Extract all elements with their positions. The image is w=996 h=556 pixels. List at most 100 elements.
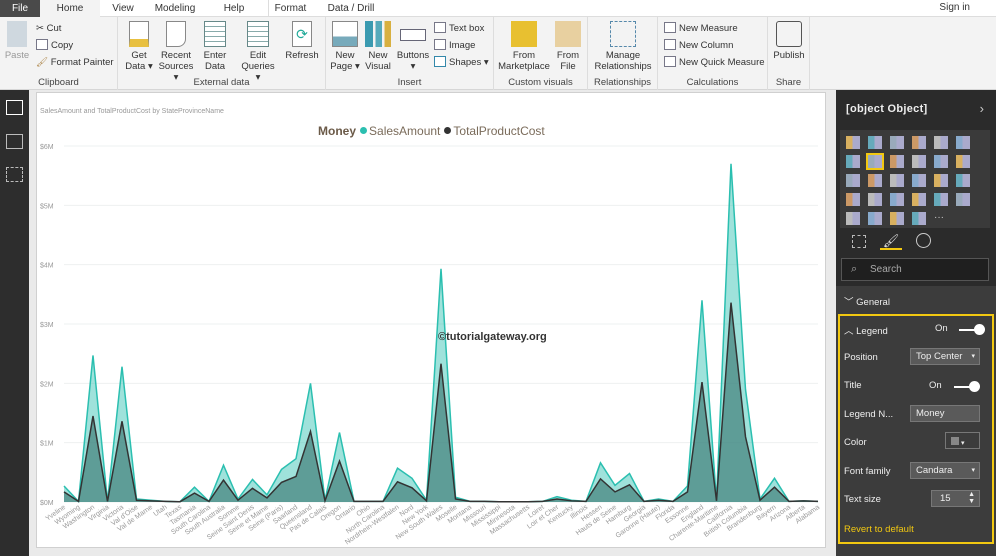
visual-type-icon[interactable] — [956, 174, 970, 187]
area-chart-visual[interactable] — [36, 92, 826, 548]
visual-type-icon[interactable] — [890, 193, 904, 206]
new-page-icon — [332, 21, 358, 47]
visual-type-icon[interactable] — [866, 153, 884, 170]
enter-data-button[interactable]: Enter Data — [200, 21, 230, 72]
visual-type-icon[interactable] — [868, 193, 882, 206]
ribbon-tabs: File Home View Modeling Help Format Data… — [0, 0, 996, 18]
format-paint-roller-icon[interactable]: 🖌 — [880, 233, 902, 250]
visual-type-icon[interactable] — [890, 136, 904, 149]
visual-type-icon[interactable] — [956, 155, 970, 168]
visual-type-icon[interactable] — [846, 212, 860, 225]
visual-type-icon[interactable] — [890, 212, 904, 225]
text-box-icon — [434, 22, 446, 33]
copy-icon — [36, 39, 48, 50]
new-visual-button[interactable]: New Visual — [364, 21, 392, 72]
tab-file[interactable]: File — [0, 0, 40, 17]
from-file-button[interactable]: From File — [552, 21, 584, 72]
report-view-icon[interactable] — [6, 100, 23, 115]
visual-type-icon[interactable]: ··· — [934, 212, 948, 225]
visual-type-icon[interactable] — [912, 136, 926, 149]
copy-button[interactable]: Copy — [36, 38, 73, 54]
fields-tab-icon[interactable] — [852, 235, 866, 248]
clock-file-icon — [166, 21, 186, 47]
visual-type-icon[interactable] — [956, 136, 970, 149]
tab-modeling[interactable]: Modeling — [150, 0, 200, 17]
manage-relationships-button[interactable]: Manage Relationships — [590, 21, 656, 72]
format-painter-button[interactable]: 🖌 Format Painter — [36, 55, 114, 71]
edit-queries-button[interactable]: Edit Queries ▾ — [238, 21, 278, 83]
visual-type-icon[interactable] — [890, 174, 904, 187]
new-column-label: New Column — [679, 40, 734, 51]
legend-cost: TotalProductCost — [453, 124, 545, 138]
image-button[interactable]: Image — [434, 38, 475, 54]
chevron-right-icon[interactable]: › — [980, 101, 984, 116]
visual-type-icon[interactable] — [868, 174, 882, 187]
relationships-group: Manage Relationships Relationships — [588, 17, 658, 90]
analytics-magnifier-icon[interactable] — [916, 233, 931, 248]
tab-home[interactable]: Home — [40, 0, 100, 18]
ribbon: Paste ✂ Cut Copy 🖌 Format Painter Clipbo… — [0, 17, 996, 90]
custom-visuals-label: Custom visuals — [508, 77, 573, 88]
new-quick-measure-button[interactable]: New Quick Measure — [664, 55, 765, 71]
cut-button[interactable]: ✂ Cut — [36, 21, 61, 37]
buttons-button[interactable]: Buttons ▾ — [394, 21, 432, 72]
visual-type-icon[interactable] — [868, 136, 882, 149]
new-measure-label: New Measure — [679, 23, 738, 34]
tab-format[interactable]: Format — [268, 0, 312, 17]
shapes-button[interactable]: Shapes ▾ — [434, 55, 489, 71]
relationships-label: Relationships — [593, 77, 652, 88]
visual-type-icon[interactable] — [934, 155, 948, 168]
legend-dot-sales — [360, 127, 368, 134]
refresh-button[interactable]: ⟳ Refresh — [284, 21, 320, 61]
model-view-icon[interactable] — [6, 167, 23, 182]
search-input[interactable]: ⌕ Search — [841, 258, 989, 281]
from-marketplace-button[interactable]: From Marketplace — [496, 21, 552, 72]
calculator-icon — [664, 22, 676, 33]
data-view-icon[interactable] — [6, 134, 23, 149]
new-column-button[interactable]: New Column — [664, 38, 733, 54]
text-box-button[interactable]: Text box — [434, 21, 484, 37]
visual-type-icon[interactable] — [912, 155, 926, 168]
tab-help[interactable]: Help — [218, 0, 250, 17]
visual-type-icon[interactable] — [846, 193, 860, 206]
clipboard-icon — [7, 21, 27, 47]
new-measure-button[interactable]: New Measure — [664, 21, 738, 37]
image-icon — [434, 39, 446, 50]
enter-data-label: Enter Data — [203, 50, 227, 72]
visual-title: SalesAmount and TotalProductCost by Stat… — [40, 108, 224, 115]
visual-type-icon[interactable] — [846, 155, 860, 168]
visual-type-icon[interactable] — [912, 212, 926, 225]
get-data-label: Get Data — [125, 50, 147, 72]
recent-sources-button[interactable]: Recent Sources ▾ — [156, 21, 196, 83]
legend-sales: SalesAmount — [369, 124, 441, 138]
new-visual-label: New Visual — [365, 50, 391, 72]
recent-sources-label: Recent Sources — [158, 50, 194, 72]
visual-type-icon[interactable] — [846, 174, 860, 187]
quick-measure-icon — [664, 56, 676, 67]
clipboard-group: Paste ✂ Cut Copy 🖌 Format Painter Clipbo… — [0, 17, 118, 90]
visual-type-icon[interactable] — [934, 174, 948, 187]
publish-icon — [776, 21, 802, 47]
visual-type-icon[interactable] — [890, 155, 904, 168]
get-data-button[interactable]: Get Data ▾ — [122, 21, 156, 72]
calculations-label: Calculations — [686, 77, 739, 88]
visualizations-title: [object Object] — [846, 103, 928, 115]
tab-data-drill[interactable]: Data / Drill — [322, 0, 380, 17]
visual-type-icon[interactable] — [912, 174, 926, 187]
new-page-button[interactable]: New Page ▾ — [330, 21, 360, 72]
visual-type-icon[interactable] — [956, 193, 970, 206]
visual-type-icon[interactable] — [934, 136, 948, 149]
from-file-label: From File — [556, 50, 580, 72]
buttons-label: Buttons — [396, 50, 430, 61]
publish-button[interactable]: Publish — [770, 21, 808, 61]
sign-in-link[interactable]: Sign in — [939, 2, 970, 13]
external-data-group: Get Data ▾ Recent Sources ▾ Enter Data E… — [118, 17, 326, 90]
tab-view[interactable]: View — [108, 0, 138, 17]
paste-button[interactable]: Paste — [3, 21, 31, 61]
watermark: ©tutorialgateway.org — [438, 331, 547, 343]
visual-type-icon[interactable] — [934, 193, 948, 206]
visual-type-icon[interactable] — [846, 136, 860, 149]
general-section[interactable]: ﹀ General — [844, 294, 890, 308]
visual-type-icon[interactable] — [912, 193, 926, 206]
visual-type-icon[interactable] — [868, 212, 882, 225]
